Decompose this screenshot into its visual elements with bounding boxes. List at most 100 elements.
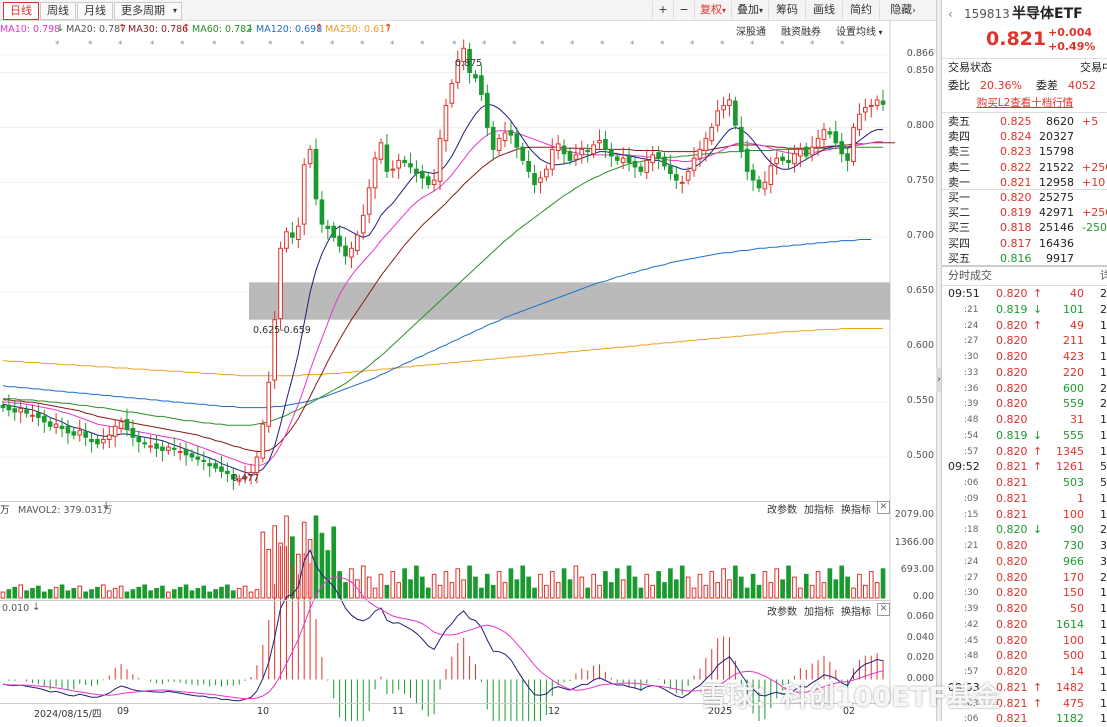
tick-row: :39 0.820 50 1 bbox=[942, 601, 1107, 617]
divider bbox=[0, 501, 890, 502]
bid-volume: 25146 bbox=[1039, 221, 1074, 235]
volume-bar bbox=[71, 588, 77, 599]
volume-bar bbox=[77, 585, 83, 599]
volume-bar bbox=[89, 589, 94, 599]
volume-bar bbox=[868, 571, 874, 599]
candle-up bbox=[862, 107, 868, 113]
volume-bar bbox=[626, 565, 632, 599]
volume-bar bbox=[112, 588, 118, 599]
bid-row[interactable]: 买四 0.817 16436 bbox=[942, 236, 1107, 252]
candle-down bbox=[201, 459, 207, 462]
macd-switch-indicator-link[interactable]: 换指标 bbox=[841, 603, 871, 618]
volume-bar bbox=[862, 584, 868, 599]
ask-volume: 8620 bbox=[1046, 115, 1074, 128]
macd-edit-params-link[interactable]: 改参数 bbox=[767, 603, 797, 618]
candle-up bbox=[874, 99, 880, 106]
candle-down bbox=[526, 160, 531, 172]
volume-bar bbox=[620, 579, 626, 599]
candle-up bbox=[709, 126, 715, 142]
candle-down bbox=[95, 438, 100, 445]
price-tick: 0.650 bbox=[906, 285, 934, 297]
tick-count: 1 bbox=[1100, 602, 1107, 615]
candle-down bbox=[603, 138, 608, 150]
ask-row[interactable]: 卖五 0.825 8620 +5 bbox=[942, 114, 1107, 130]
bid-row[interactable]: 买二 0.819 42971 +250 bbox=[942, 205, 1107, 221]
candle-up bbox=[768, 165, 774, 186]
vol-add-indicator-link[interactable]: 加指标 bbox=[804, 501, 834, 516]
candle-up bbox=[437, 137, 443, 182]
candle-up bbox=[260, 423, 266, 459]
volume-bar bbox=[195, 588, 201, 599]
bid-label: 买四 bbox=[948, 236, 970, 250]
volume-bar bbox=[845, 576, 850, 599]
volume-bar bbox=[12, 586, 18, 599]
ticks-detail-link[interactable]: 详 bbox=[1100, 268, 1107, 284]
volume-bar bbox=[101, 584, 106, 599]
tick-price: 0.820 bbox=[996, 397, 1028, 411]
tick-price: 0.821 bbox=[996, 460, 1028, 474]
candle-down bbox=[136, 436, 142, 443]
price-tick: 0.600 bbox=[906, 340, 934, 352]
tick-count: 1 bbox=[1100, 365, 1107, 379]
quote-panel: ‹ 159813 半导体ETF 0.821 +0.004 +0.49% 交易状态… bbox=[941, 0, 1107, 725]
divider bbox=[0, 600, 890, 601]
tick-price: 0.820 bbox=[996, 665, 1028, 678]
tick-price: 0.819 bbox=[996, 428, 1028, 442]
tick-count: 1 bbox=[1100, 617, 1107, 631]
volume-bar bbox=[597, 584, 602, 599]
tick-row: :33 0.820 220 1 bbox=[942, 365, 1107, 381]
volume-bar bbox=[744, 587, 750, 599]
volume-bar bbox=[809, 584, 815, 599]
ask-row[interactable]: 卖四 0.824 20327 bbox=[942, 129, 1107, 145]
date-label: 10 bbox=[257, 706, 270, 717]
tick-price: 0.820 bbox=[996, 350, 1028, 363]
macd-add-indicator-link[interactable]: 加指标 bbox=[804, 603, 834, 618]
tick-volume: 559 bbox=[1063, 397, 1084, 411]
candle-up bbox=[697, 148, 703, 159]
volume-bar bbox=[455, 568, 461, 599]
volume-bar bbox=[230, 590, 236, 599]
tick-volume: 40 bbox=[1070, 287, 1084, 300]
bid-change: +250 bbox=[1082, 206, 1107, 220]
vol-edit-params-link[interactable]: 改参数 bbox=[767, 501, 797, 516]
candle-down bbox=[41, 415, 47, 423]
up-arrow-icon: ↑ bbox=[1033, 444, 1043, 458]
tick-row: 09:52 0.821 1261 5 ↑ bbox=[942, 459, 1107, 475]
volume-bar bbox=[585, 587, 591, 599]
l2-quote-link[interactable]: 购买L2查看十档行情 bbox=[977, 97, 1074, 109]
candle-down bbox=[24, 409, 29, 414]
tick-count: 3 bbox=[1100, 539, 1107, 552]
candle-down bbox=[154, 443, 159, 449]
tick-volume: 1614 bbox=[1056, 617, 1084, 631]
tick-volume: 211 bbox=[1063, 334, 1084, 348]
chevron-left-icon[interactable]: ‹ bbox=[948, 4, 953, 24]
volume-bar bbox=[644, 573, 650, 599]
ask-label: 卖四 bbox=[948, 130, 970, 144]
ask-row[interactable]: 卖二 0.822 21522 +250 bbox=[942, 160, 1107, 176]
volume-bar bbox=[384, 584, 390, 599]
volume-bar bbox=[679, 565, 685, 599]
tick-volume: 600 bbox=[1063, 381, 1084, 395]
tick-price: 0.820 bbox=[996, 554, 1028, 568]
price-tick: 0.866 bbox=[906, 47, 934, 59]
candle-up bbox=[644, 159, 650, 173]
down-arrow-icon: ↓ bbox=[1033, 428, 1043, 442]
bid-row[interactable]: 买三 0.818 25146 -250 bbox=[942, 220, 1107, 236]
candle-up bbox=[544, 168, 549, 178]
tick-price: 0.820 bbox=[996, 381, 1028, 395]
ask-label: 卖二 bbox=[948, 160, 970, 174]
candle-down bbox=[656, 152, 661, 159]
up-arrow-icon: ↑ bbox=[1033, 318, 1043, 332]
candle-down bbox=[337, 235, 342, 247]
volume-bar bbox=[124, 591, 130, 599]
vol-switch-indicator-link[interactable]: 换指标 bbox=[841, 501, 871, 516]
volume-bar bbox=[207, 591, 213, 599]
tick-price: 0.820 bbox=[996, 413, 1028, 426]
volume-bar bbox=[833, 579, 839, 599]
candle-down bbox=[195, 456, 201, 460]
bid-row[interactable]: 买一 0.820 25275 bbox=[942, 190, 1107, 206]
tick-time: :39 bbox=[964, 399, 979, 410]
tick-row: :57 0.820 1345 1 ↑ bbox=[942, 444, 1107, 460]
tick-count: 1 bbox=[1100, 318, 1107, 332]
ask-row[interactable]: 卖三 0.823 15798 bbox=[942, 144, 1107, 160]
